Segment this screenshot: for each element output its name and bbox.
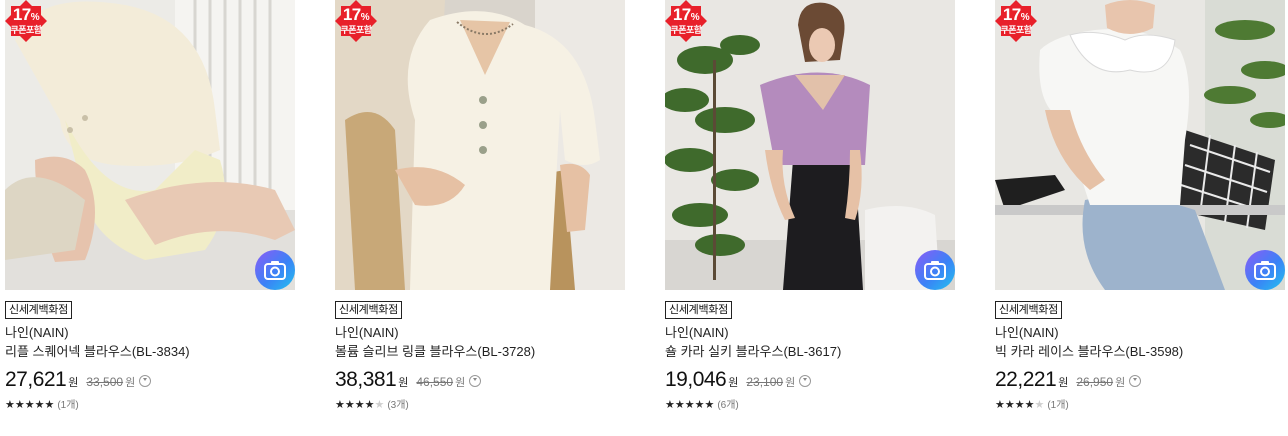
product-photo <box>665 0 955 290</box>
product-name[interactable]: 숄 카라 실키 블라우스(BL-3617) <box>665 343 841 361</box>
product-card[interactable]: 17% 쿠폰포함 신세계백화점 나인(NAIN) 빅 카라 레이스 블라우스(B… <box>995 0 1285 420</box>
discount-badge: 17% 쿠폰포함 <box>5 0 47 42</box>
discount-badge: 17% 쿠폰포함 <box>335 0 377 42</box>
info-circle-icon[interactable] <box>799 375 812 387</box>
star-icon-rating: ★★★★★ <box>995 399 1045 411</box>
brand-name[interactable]: 나인(NAIN) <box>335 324 399 342</box>
original-currency: 원 <box>125 377 136 389</box>
info-circle-icon[interactable] <box>1129 375 1142 387</box>
sale-price: 27,621 <box>5 368 67 391</box>
discount-percent: 17% <box>672 5 700 24</box>
product-image[interactable]: 17% 쿠폰포함 <box>665 0 955 290</box>
camera-icon <box>264 261 286 280</box>
product-card[interactable]: 17% 쿠폰포함 신세계백화점 나인(NAIN) 리플 스퀘어넥 블라우스(BL… <box>5 0 295 420</box>
product-card[interactable]: 17% 쿠폰포함 신세계백화점 나인(NAIN) 볼륨 슬리브 링클 블라우스(… <box>335 0 625 420</box>
original-currency: 원 <box>785 377 796 389</box>
review-count[interactable]: (3개) <box>387 400 408 411</box>
product-name[interactable]: 리플 스퀘어넥 블라우스(BL-3834) <box>5 343 190 361</box>
store-tag: 신세계백화점 <box>335 301 402 319</box>
rating-row: ★★★★★ (6개) <box>665 395 739 411</box>
price-row: 38,381 원 46,550 원 <box>335 368 482 392</box>
product-image[interactable]: 17% 쿠폰포함 <box>5 0 295 290</box>
store-tag: 신세계백화점 <box>665 301 732 319</box>
camera-search-button[interactable] <box>255 250 295 290</box>
review-count[interactable]: (1개) <box>1047 400 1068 411</box>
star-icon-rating: ★★★★★ <box>335 399 385 411</box>
discount-badge: 17% 쿠폰포함 <box>995 0 1037 42</box>
product-photo <box>995 0 1285 290</box>
rating-row: ★★★★★ (3개) <box>335 395 409 411</box>
product-photo <box>335 0 625 290</box>
review-count[interactable]: (6개) <box>717 400 738 411</box>
discount-percent: 17% <box>1002 5 1030 24</box>
store-tag: 신세계백화점 <box>5 301 72 319</box>
product-grid: 17% 쿠폰포함 신세계백화점 나인(NAIN) 리플 스퀘어넥 블라우스(BL… <box>5 0 1288 436</box>
original-price: 46,550 <box>416 375 454 389</box>
brand-name[interactable]: 나인(NAIN) <box>5 324 69 342</box>
sale-price: 19,046 <box>665 368 727 391</box>
original-currency: 원 <box>1115 377 1126 389</box>
product-photo <box>5 0 295 290</box>
brand-name[interactable]: 나인(NAIN) <box>665 324 729 342</box>
original-currency: 원 <box>455 377 466 389</box>
camera-icon <box>1254 261 1276 280</box>
currency: 원 <box>68 377 79 389</box>
info-circle-icon[interactable] <box>139 375 152 387</box>
store-tag: 신세계백화점 <box>995 301 1062 319</box>
currency: 원 <box>398 377 409 389</box>
info-circle-icon[interactable] <box>469 375 482 387</box>
discount-percent: 17% <box>12 5 40 24</box>
coupon-label: 쿠폰포함 <box>340 25 372 35</box>
review-count[interactable]: (1개) <box>57 400 78 411</box>
coupon-label: 쿠폰포함 <box>1000 25 1032 35</box>
sale-price: 22,221 <box>995 368 1057 391</box>
camera-icon <box>924 261 946 280</box>
camera-search-button[interactable] <box>1245 250 1285 290</box>
camera-search-button[interactable] <box>915 250 955 290</box>
price-row: 27,621 원 33,500 원 <box>5 368 152 392</box>
star-icon-rating: ★★★★★ <box>665 399 715 411</box>
currency: 원 <box>728 377 739 389</box>
price-row: 19,046 원 23,100 원 <box>665 368 812 392</box>
rating-row: ★★★★★ (1개) <box>995 395 1069 411</box>
discount-badge: 17% 쿠폰포함 <box>665 0 707 42</box>
product-name[interactable]: 빅 카라 레이스 블라우스(BL-3598) <box>995 343 1183 361</box>
rating-row: ★★★★★ (1개) <box>5 395 79 411</box>
coupon-label: 쿠폰포함 <box>10 25 42 35</box>
product-name[interactable]: 볼륨 슬리브 링클 블라우스(BL-3728) <box>335 343 535 361</box>
original-price: 23,100 <box>746 375 784 389</box>
product-image[interactable]: 17% 쿠폰포함 <box>335 0 625 290</box>
product-image[interactable]: 17% 쿠폰포함 <box>995 0 1285 290</box>
sale-price: 38,381 <box>335 368 397 391</box>
discount-percent: 17% <box>342 5 370 24</box>
brand-name[interactable]: 나인(NAIN) <box>995 324 1059 342</box>
price-row: 22,221 원 26,950 원 <box>995 368 1142 392</box>
original-price: 33,500 <box>86 375 124 389</box>
original-price: 26,950 <box>1076 375 1114 389</box>
product-card[interactable]: 17% 쿠폰포함 신세계백화점 나인(NAIN) 숄 카라 실키 블라우스(BL… <box>665 0 955 420</box>
currency: 원 <box>1058 377 1069 389</box>
star-icon-rating: ★★★★★ <box>5 399 55 411</box>
coupon-label: 쿠폰포함 <box>670 25 702 35</box>
